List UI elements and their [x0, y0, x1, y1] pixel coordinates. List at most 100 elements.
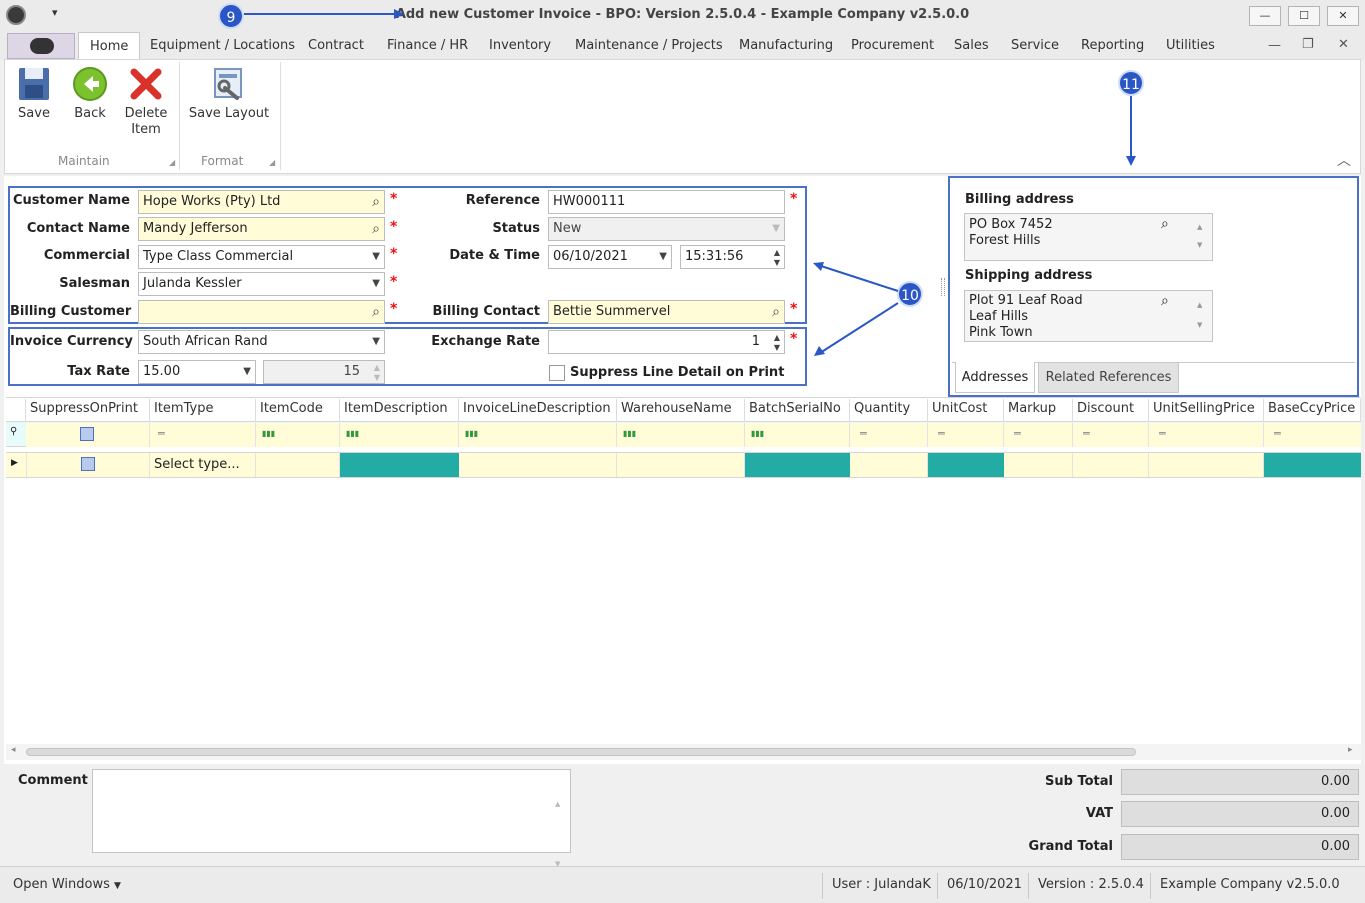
billing-address-box[interactable]: PO Box 7452 Forest Hills ⌕ ▲ ▼ [964, 213, 1213, 261]
cell-discount[interactable] [1073, 453, 1149, 477]
invoice-currency-dropdown[interactable]: South African Rand ▼ [138, 330, 385, 354]
column-header-quantity[interactable]: Quantity [850, 399, 928, 423]
search-icon[interactable]: ⌕ [372, 301, 380, 323]
reference-input[interactable]: HW000111 [548, 190, 785, 214]
cell-suppressonprint[interactable] [26, 453, 150, 477]
date-picker[interactable]: 06/10/2021 ▼ [548, 245, 672, 269]
column-header-discount[interactable]: Discount [1073, 399, 1149, 423]
back-button[interactable]: Back [67, 66, 113, 122]
column-header-baseccyprice[interactable]: BaseCcyPrice [1264, 399, 1361, 423]
tab-reporting[interactable]: Reporting [1081, 38, 1144, 53]
time-spinner[interactable]: 15:31:56 ▲ ▼ [680, 245, 785, 269]
filter-cell-discount[interactable]: ═ [1073, 423, 1149, 447]
filter-cell-unitsellingprice[interactable]: ═ [1149, 423, 1264, 447]
exchange-rate-spinner[interactable]: 1 ▲ ▼ [548, 330, 785, 354]
column-header-suppressonprint[interactable]: SuppressOnPrint [26, 399, 150, 423]
close-button[interactable]: ✕ [1327, 6, 1359, 26]
cell-quantity[interactable] [850, 453, 928, 477]
open-windows-menu[interactable]: Open Windows ▼ [13, 877, 121, 892]
grid-horizontal-scrollbar[interactable]: ◂ ▸ [6, 744, 1361, 760]
filter-cell-suppressonprint[interactable] [26, 423, 150, 447]
column-header-itemcode[interactable]: ItemCode [256, 399, 340, 423]
tab-maintenance-projects[interactable]: Maintenance / Projects [575, 38, 723, 53]
tab-contract[interactable]: Contract [308, 38, 364, 53]
commercial-dropdown[interactable]: Type Class Commercial ▼ [138, 245, 385, 269]
comment-textarea[interactable]: ▲ ▼ [92, 769, 571, 868]
cell-itemtype[interactable]: Select type... [150, 453, 256, 477]
filter-cell-quantity[interactable]: ═ [850, 423, 928, 447]
filter-cell-itemcode[interactable]: ▮▮▮ [256, 423, 340, 447]
cell-markup[interactable] [1004, 453, 1073, 477]
billing-contact-field[interactable]: Bettie Summervel ⌕ [548, 300, 785, 324]
search-icon[interactable]: ⌕ [372, 218, 380, 240]
column-header-warehousename[interactable]: WarehouseName [617, 399, 745, 423]
search-icon[interactable]: ⌕ [372, 191, 380, 213]
filter-cell-itemtype[interactable]: ═ [150, 423, 256, 447]
tab-procurement[interactable]: Procurement [851, 38, 934, 53]
mdi-restore-icon[interactable]: ❐ [1302, 37, 1314, 52]
cell-itemdescription[interactable] [340, 453, 459, 477]
shipping-address-box[interactable]: Plot 91 Leaf Road Leaf Hills Pink Town ⌕… [964, 290, 1213, 342]
column-header-invoicelinedescription[interactable]: InvoiceLineDescription [459, 399, 617, 423]
tab-sales[interactable]: Sales [954, 38, 989, 53]
tab-inventory[interactable]: Inventory [489, 38, 551, 53]
scrollbar-thumb[interactable] [26, 748, 1136, 756]
tab-service[interactable]: Service [1011, 38, 1059, 53]
tab-manufacturing[interactable]: Manufacturing [739, 38, 833, 53]
chevron-down-icon[interactable]: ▼ [372, 273, 380, 295]
maximize-button[interactable]: ☐ [1288, 6, 1320, 26]
column-header-unitsellingprice[interactable]: UnitSellingPrice [1149, 399, 1264, 423]
column-header-markup[interactable]: Markup [1004, 399, 1073, 423]
suppress-checkbox[interactable] [81, 457, 95, 471]
filter-cell-invoicelinedescription[interactable]: ▮▮▮ [459, 423, 617, 447]
cell-baseccyprice[interactable] [1264, 453, 1361, 477]
cell-invoicelinedescription[interactable] [459, 453, 617, 477]
delete-item-button[interactable]: Delete Item [121, 66, 171, 138]
cell-warehousename[interactable] [617, 453, 745, 477]
cell-unitcost[interactable] [928, 453, 1004, 477]
save-layout-button[interactable]: Save Layout [186, 66, 272, 122]
tab-finance-hr[interactable]: Finance / HR [387, 38, 468, 53]
collapse-ribbon-icon[interactable]: ︿ [1337, 150, 1351, 170]
scroll-left-icon[interactable]: ◂ [11, 745, 16, 755]
filter-cell-warehousename[interactable]: ▮▮▮ [617, 423, 745, 447]
chevron-down-icon[interactable]: ▼ [243, 361, 251, 383]
filter-cell-markup[interactable]: ═ [1004, 423, 1073, 447]
chevron-down-icon[interactable]: ▼ [372, 246, 380, 268]
save-button[interactable]: Save [11, 66, 57, 122]
chevron-down-icon[interactable]: ▼ [372, 331, 380, 353]
contact-name-field[interactable]: Mandy Jefferson ⌕ [138, 217, 385, 241]
group-launcher-icon[interactable]: ◢ [169, 158, 175, 167]
spin-updown-icon[interactable]: ▲ ▼ [774, 333, 780, 353]
mdi-close-icon[interactable]: ✕ [1338, 37, 1349, 52]
suppress-line-detail-checkbox[interactable] [549, 365, 565, 381]
group-launcher-icon[interactable]: ◢ [269, 158, 275, 167]
splitter-handle[interactable] [941, 278, 945, 296]
search-icon[interactable]: ⌕ [1161, 293, 1169, 309]
column-header-unitcost[interactable]: UnitCost [928, 399, 1004, 423]
filter-cell-itemdescription[interactable]: ▮▮▮ [340, 423, 459, 447]
column-header-itemdescription[interactable]: ItemDescription [340, 399, 459, 423]
cell-unitsellingprice[interactable] [1149, 453, 1264, 477]
billing-customer-field[interactable]: ⌕ [138, 300, 385, 324]
cell-itemcode[interactable] [256, 453, 340, 477]
customer-name-field[interactable]: Hope Works (Pty) Ltd ⌕ [138, 190, 385, 214]
scroll-updown-icon[interactable]: ▲ ▼ [1197, 295, 1202, 335]
column-header-itemtype[interactable]: ItemType [150, 399, 256, 423]
salesman-dropdown[interactable]: Julanda Kessler ▼ [138, 272, 385, 296]
filter-cell-batchserialno[interactable]: ▮▮▮ [745, 423, 850, 447]
filter-cell-unitcost[interactable]: ═ [928, 423, 1004, 447]
minimize-button[interactable]: — [1249, 6, 1281, 26]
tab-utilities[interactable]: Utilities [1166, 38, 1215, 53]
suppress-line-detail-label[interactable]: Suppress Line Detail on Print [570, 365, 784, 380]
tax-rate-dropdown[interactable]: 15.00 ▼ [138, 360, 256, 384]
search-icon[interactable]: ⌕ [772, 301, 780, 323]
mdi-minimize-icon[interactable]: — [1268, 38, 1281, 53]
cell-batchserialno[interactable] [745, 453, 850, 477]
tab-home[interactable]: Home [78, 32, 141, 61]
scroll-updown-icon[interactable]: ▲ ▼ [1197, 218, 1202, 254]
filter-checkbox[interactable] [80, 427, 94, 441]
app-menu-button[interactable] [7, 33, 75, 59]
filter-cell-baseccyprice[interactable]: ═ [1264, 423, 1361, 447]
tab-related-references[interactable]: Related References [1038, 362, 1179, 393]
